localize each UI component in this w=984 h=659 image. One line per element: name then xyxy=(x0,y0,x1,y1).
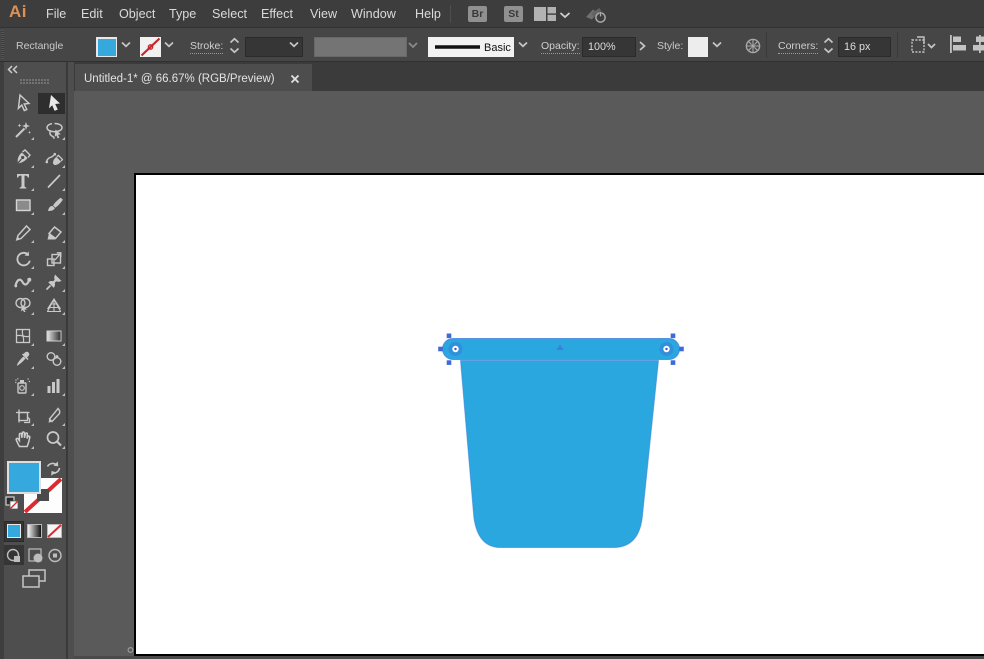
svg-text:Basic: Basic xyxy=(484,42,511,54)
